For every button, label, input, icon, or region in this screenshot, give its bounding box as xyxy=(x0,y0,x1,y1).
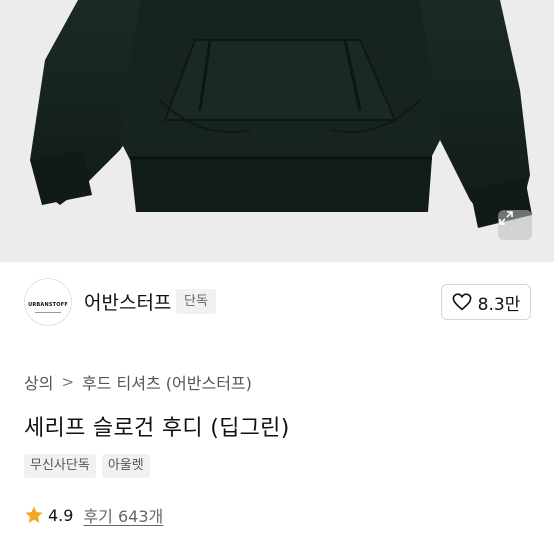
tag-exclusive: 무신사단독 xyxy=(24,454,96,478)
breadcrumb: 상의 > 후드 티셔츠 (어반스터프) xyxy=(24,370,252,394)
brand-logo-text: URBANSTOFF xyxy=(28,302,68,308)
like-count: 8.3만 xyxy=(477,294,521,315)
brand-row: URBANSTOFF 어반스터프 단독 8.3만 xyxy=(0,262,554,342)
breadcrumb-separator: > xyxy=(61,373,75,391)
product-tags: 무신사단독 아울렛 xyxy=(24,454,150,478)
brand-name[interactable]: 어반스터프 xyxy=(84,288,171,315)
like-button[interactable]: 8.3만 xyxy=(441,284,531,320)
hoodie-illustration xyxy=(30,0,532,228)
breadcrumb-item-category[interactable]: 상의 xyxy=(24,370,53,394)
exclusive-badge: 단독 xyxy=(176,289,216,314)
tag-outlet: 아울렛 xyxy=(101,454,150,478)
brand-logo[interactable]: URBANSTOFF xyxy=(24,278,72,326)
star-icon xyxy=(25,506,43,523)
product-image[interactable] xyxy=(0,0,554,262)
breadcrumb-item-subcategory[interactable]: 후드 티셔츠 (어반스터프) xyxy=(82,370,252,394)
review-count-link[interactable]: 후기 643개 xyxy=(83,503,163,527)
heart-outline-icon xyxy=(452,293,472,311)
rating-row: 4.9 후기 643개 xyxy=(24,503,163,527)
expand-image-button[interactable] xyxy=(498,210,532,240)
expand-arrows-icon xyxy=(499,211,513,225)
product-title: 세리프 슬로건 후디 (딥그린) xyxy=(24,416,290,441)
logo-underline xyxy=(35,312,61,313)
rating-value: 4.9 xyxy=(48,505,74,525)
